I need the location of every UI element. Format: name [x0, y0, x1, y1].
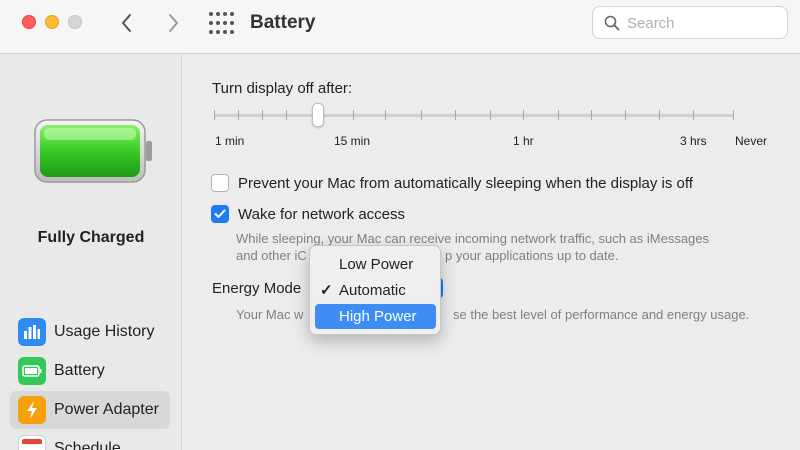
window-title: Battery [250, 12, 316, 33]
toolbar: Battery [0, 0, 800, 54]
menu-item-label: High Power [339, 308, 417, 325]
sidebar-item-schedule[interactable]: Schedule [10, 430, 170, 450]
wake-network-description-right: p your applications up to date. [445, 248, 619, 263]
prevent-sleep-checkbox[interactable] [211, 174, 229, 192]
wake-network-label: Wake for network access [238, 205, 405, 223]
slider-tick [385, 110, 386, 120]
slider-tick [262, 110, 263, 120]
search-field[interactable] [592, 6, 788, 39]
wake-network-description-left: and other iC [236, 248, 307, 263]
slider-tick [659, 110, 660, 120]
sidebar-item-power-adapter[interactable]: Power Adapter [10, 391, 170, 429]
slider-tick-label: Never [735, 134, 768, 148]
slider-tick-label: 15 min [334, 134, 371, 148]
prevent-sleep-label: Prevent your Mac from automatically slee… [238, 174, 693, 192]
sidebar: Fully Charged Usage History Battery Powe… [0, 55, 182, 450]
forward-button[interactable] [160, 10, 186, 36]
chevron-right-icon [169, 14, 178, 32]
prevent-sleep-option[interactable]: Prevent your Mac from automatically slee… [211, 174, 693, 192]
slider-tick [733, 110, 734, 120]
back-button[interactable] [114, 10, 140, 36]
energy-mode-description-left: Your Mac w [236, 307, 304, 322]
battery-charge-status: Fully Charged [37, 229, 145, 246]
menu-item-automatic[interactable]: ✓ Automatic [315, 278, 436, 303]
slider-tick [693, 110, 694, 120]
checkmark-icon: ✓ [320, 282, 333, 299]
bar-chart-icon [18, 318, 46, 346]
sidebar-item-label: Schedule [54, 440, 121, 450]
menu-item-label: Automatic [339, 282, 406, 299]
battery-icon [18, 357, 46, 385]
slider-tick [625, 110, 626, 120]
wake-network-option[interactable]: Wake for network access [211, 205, 405, 223]
sidebar-item-usage-history[interactable]: Usage History [10, 313, 170, 351]
energy-mode-description-right: se the best level of performance and ene… [453, 307, 750, 322]
slider-tick [286, 110, 287, 120]
energy-mode-menu: Low Power ✓ Automatic High Power [309, 245, 441, 335]
wake-network-description: While sleeping, your Mac can receive inc… [236, 231, 710, 246]
slider-tick-label: 1 min [215, 134, 245, 148]
sidebar-item-label: Usage History [54, 323, 155, 340]
sidebar-item-label: Battery [54, 362, 105, 379]
energy-mode-label: Energy Mode [212, 280, 302, 297]
main-pane: Turn display off after: 1 min 15 min 1 h… [183, 55, 800, 450]
slider-tick [558, 110, 559, 120]
slider-tick [353, 110, 354, 120]
sidebar-item-label: Power Adapter [54, 401, 159, 418]
slider-tick [421, 110, 422, 120]
slider-track[interactable] [214, 114, 734, 117]
slider-tick-label: 1 hr [513, 134, 534, 148]
minimize-window-button[interactable] [45, 15, 59, 29]
slider-tick [214, 110, 215, 120]
chevron-left-icon [122, 14, 131, 32]
slider-tick [238, 110, 239, 120]
search-input[interactable] [627, 12, 777, 34]
slider-tick [490, 110, 491, 120]
wake-network-checkbox[interactable] [211, 205, 229, 223]
slider-tick [591, 110, 592, 120]
grid-icon [209, 12, 234, 34]
search-icon [604, 15, 620, 31]
close-window-button[interactable] [22, 15, 36, 29]
sidebar-item-battery[interactable]: Battery [10, 352, 170, 390]
display-off-title: Turn display off after: [212, 80, 353, 97]
zoom-window-button[interactable] [68, 15, 82, 29]
slider-tick-label: 3 hrs [680, 134, 707, 148]
slider-tick [455, 110, 456, 120]
slider-tick [523, 110, 524, 120]
checkmark-icon [214, 209, 226, 218]
menu-item-label: Low Power [339, 256, 414, 273]
calendar-icon [18, 435, 46, 450]
show-all-grid-button[interactable] [208, 11, 234, 35]
battery-status-icon [34, 119, 152, 183]
menu-item-low-power[interactable]: Low Power [315, 252, 436, 277]
menu-item-high-power[interactable]: High Power [315, 304, 436, 329]
slider-thumb[interactable] [312, 103, 324, 127]
lightning-bolt-icon [18, 396, 46, 424]
